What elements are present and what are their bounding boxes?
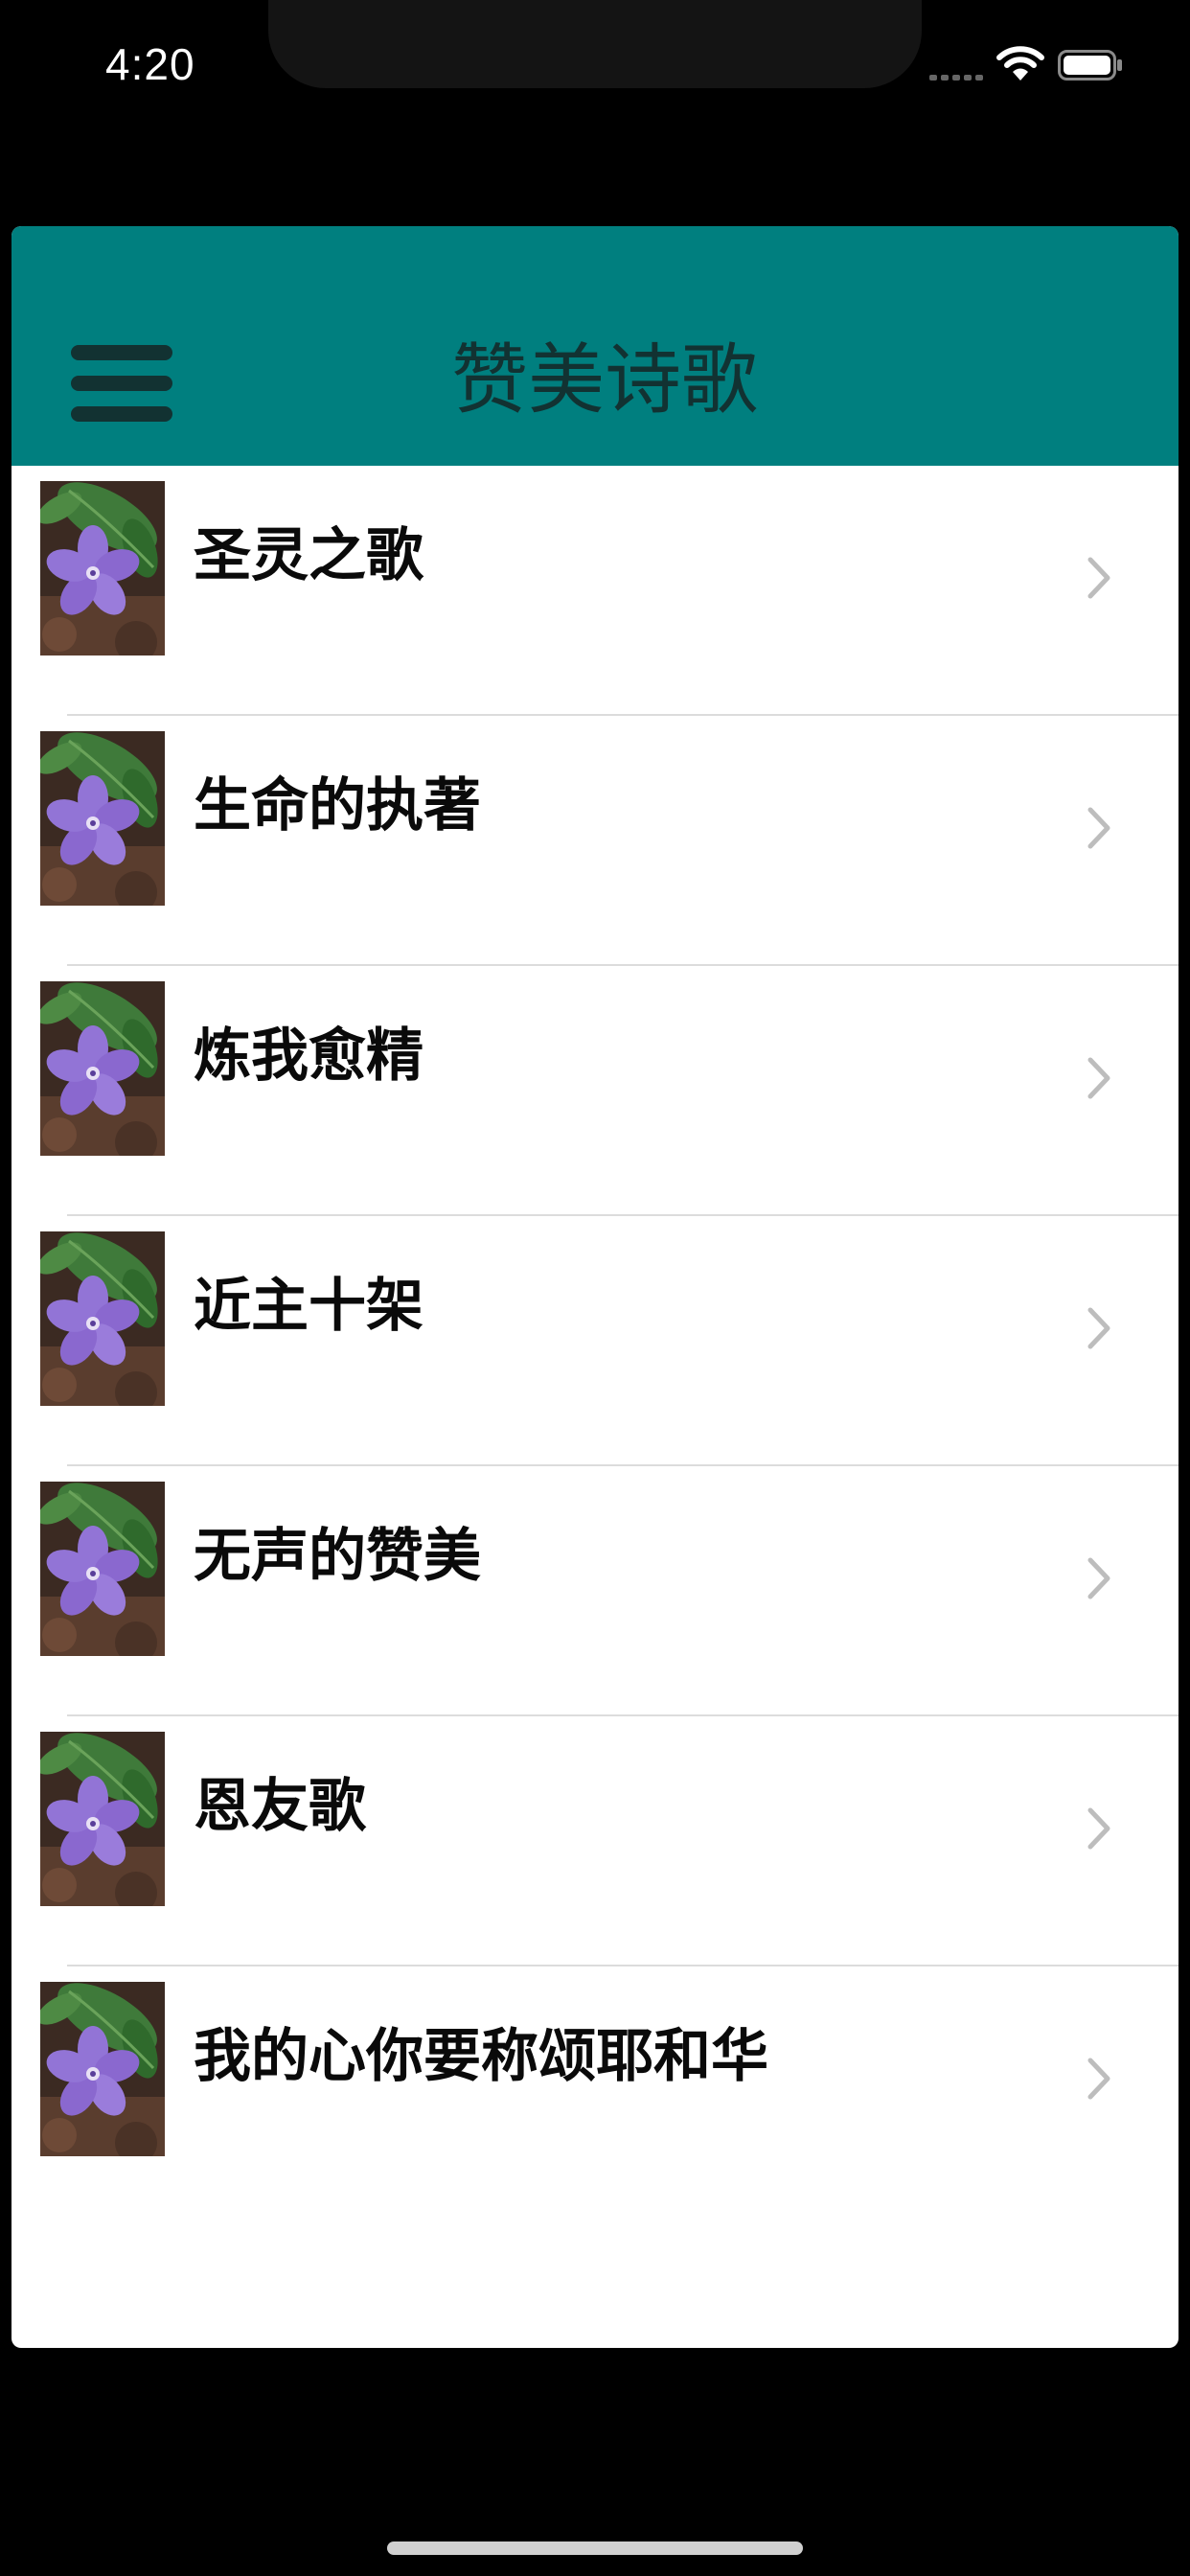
periwinkle-flower-image <box>40 481 165 656</box>
list-item[interactable]: 无声的赞美 <box>11 1466 1179 1716</box>
chevron-right-icon <box>1087 557 1110 599</box>
chevron-right-icon <box>1087 807 1110 849</box>
song-title: 圣灵之歌 <box>194 522 423 589</box>
song-title: 生命的执著 <box>194 772 481 840</box>
chevron-right-icon <box>1087 1557 1110 1599</box>
home-indicator[interactable] <box>387 2542 803 2555</box>
list-item[interactable]: 恩友歌 <box>11 1716 1179 1966</box>
battery-icon <box>1058 50 1122 80</box>
periwinkle-flower-image <box>40 1732 165 1906</box>
song-list: 圣灵之歌 生命的执著 炼我愈精 近主十架 无声的赞美 恩友歌 我的心你要称颂耶和… <box>11 466 1179 2217</box>
periwinkle-flower-image <box>40 731 165 906</box>
list-item[interactable]: 圣灵之歌 <box>11 466 1179 716</box>
periwinkle-flower-image <box>40 981 165 1156</box>
song-title: 我的心你要称颂耶和华 <box>194 2023 768 2090</box>
device-notch <box>268 0 922 88</box>
chevron-right-icon <box>1087 1807 1110 1850</box>
periwinkle-flower-image <box>40 1231 165 1406</box>
song-title: 炼我愈精 <box>194 1023 423 1090</box>
signal-icon <box>929 67 987 80</box>
chevron-right-icon <box>1087 1057 1110 1099</box>
song-title: 无声的赞美 <box>194 1523 481 1590</box>
periwinkle-flower-image <box>40 1982 165 2156</box>
page-title: 赞美诗歌 <box>451 335 758 425</box>
list-item[interactable]: 近主十架 <box>11 1216 1179 1466</box>
app-header: 赞美诗歌 <box>11 226 1179 466</box>
app-window: 赞美诗歌 圣灵之歌 生命的执著 炼我愈精 近主十架 无声的赞美 恩友歌 我的心你… <box>11 226 1179 2348</box>
periwinkle-flower-image <box>40 1482 165 1656</box>
chevron-right-icon <box>1087 2058 1110 2100</box>
list-item[interactable]: 我的心你要称颂耶和华 <box>11 1966 1179 2217</box>
list-item[interactable]: 生命的执著 <box>11 716 1179 966</box>
song-title: 近主十架 <box>194 1273 423 1340</box>
list-item[interactable]: 炼我愈精 <box>11 966 1179 1216</box>
wifi-icon <box>996 46 1044 80</box>
song-title: 恩友歌 <box>194 1773 366 1840</box>
status-time: 4:20 <box>105 39 195 89</box>
status-bar: 4:20 <box>0 0 1190 125</box>
chevron-right-icon <box>1087 1307 1110 1349</box>
